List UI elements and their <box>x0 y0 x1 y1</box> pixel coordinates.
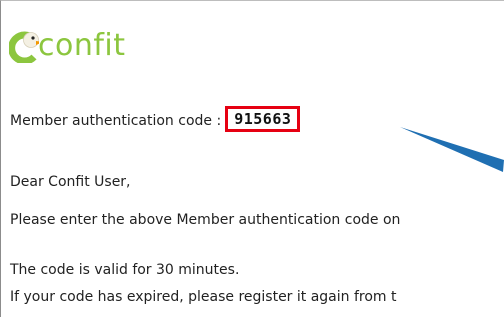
pointer-arrow-icon <box>400 127 504 172</box>
